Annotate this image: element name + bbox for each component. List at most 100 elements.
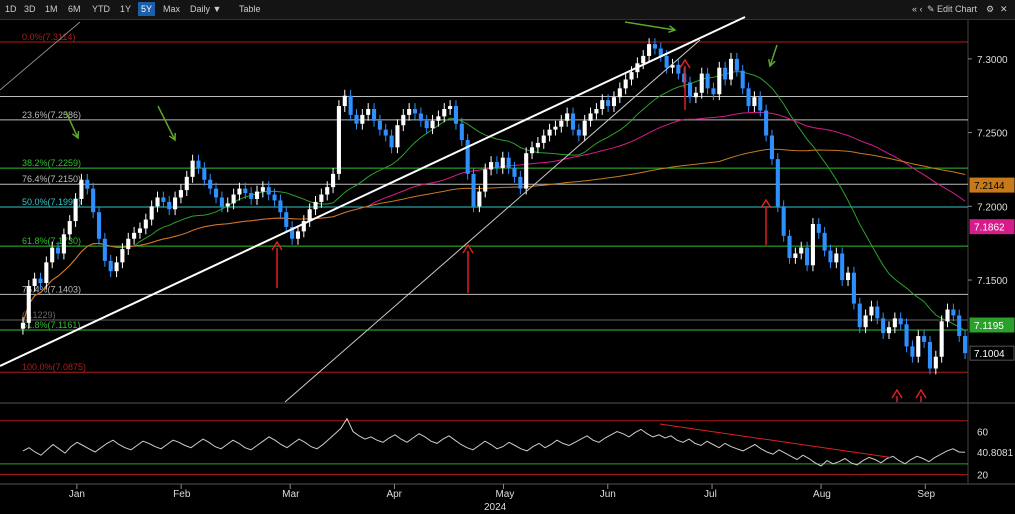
month-label: Jul <box>704 489 717 500</box>
rsi-tick-label: 60 <box>977 428 989 439</box>
candle-body <box>506 157 511 168</box>
candle-body <box>687 82 693 98</box>
candle-body <box>190 160 195 177</box>
candle-body <box>55 247 61 254</box>
candle-body <box>535 142 540 148</box>
candle-body <box>319 194 324 202</box>
fx-candlestick-chart[interactable]: 0.0%(7.3114) 23.6%(7.2586) 38.2%(7.2259) 76… <box>0 0 1015 514</box>
candle-body <box>79 179 84 199</box>
fib-level-label: 76.4%(7.1403) <box>22 284 81 294</box>
candle-body <box>26 285 31 323</box>
candle-body <box>430 120 435 129</box>
candle-body <box>465 139 470 174</box>
candle-body <box>939 321 944 357</box>
candle-body <box>225 203 230 207</box>
fib-level-label: 76.4%(7.2150) <box>22 174 81 184</box>
rsi-panel: 60 40.8081 20 <box>0 417 1014 482</box>
candle-body <box>652 44 657 49</box>
candle-body <box>284 212 289 227</box>
candle-body <box>418 113 423 121</box>
candle-body <box>529 147 535 154</box>
candle-body <box>775 159 780 207</box>
candle-body <box>377 120 382 130</box>
candle-body <box>120 249 125 263</box>
fib-level-label: 0.0%(7.3114) <box>22 32 75 42</box>
fib-level-label: 61.8%(7.1730) <box>22 236 81 246</box>
trendline-main <box>0 16 746 367</box>
candle-body <box>178 190 183 198</box>
axes: 7.3000 7.2500 7.2000 7.1500 7.2144 7.1862 7.11… <box>69 55 1015 513</box>
candle-body <box>746 88 751 107</box>
candle-body <box>723 67 728 80</box>
candle-body <box>494 162 499 168</box>
candle-body <box>857 303 862 328</box>
candle-body <box>453 106 459 124</box>
candle-body <box>576 129 581 136</box>
month-label: Apr <box>386 489 402 500</box>
candle-body <box>623 79 628 89</box>
price-panel: 0.0%(7.3114) 23.6%(7.2586) 38.2%(7.2259) 76… <box>0 16 1015 485</box>
candle-body <box>892 318 897 328</box>
candle-body <box>173 197 178 210</box>
candle-body <box>395 125 400 148</box>
candle-body <box>254 191 260 199</box>
candle-body <box>354 114 359 124</box>
candle-body <box>699 73 704 93</box>
candle-body <box>477 191 482 207</box>
candle-body <box>810 224 815 266</box>
price-label: 7.1862 <box>974 223 1005 234</box>
candle-body <box>155 197 160 207</box>
candle-body <box>61 234 66 254</box>
month-label: Feb <box>173 489 191 500</box>
candle-body <box>442 108 447 117</box>
month-label: May <box>495 489 514 500</box>
candle-body <box>840 253 845 281</box>
candle-body <box>489 162 494 170</box>
candle-body <box>114 262 119 272</box>
candle-body <box>910 346 915 357</box>
candle-body <box>957 315 962 337</box>
candle-body <box>108 260 113 272</box>
candle-body <box>524 153 529 189</box>
candle-body <box>91 188 96 213</box>
candle-body <box>693 92 698 98</box>
rsi-line <box>22 417 966 467</box>
candle-body <box>752 97 757 107</box>
candle-body <box>600 100 605 109</box>
year-label: 2024 <box>484 502 507 513</box>
candle-body <box>828 250 833 263</box>
candle-body <box>149 206 154 220</box>
y-tick-label: 7.1500 <box>977 276 1008 287</box>
candle-body <box>184 176 189 191</box>
candle-body <box>448 106 453 109</box>
candle-body <box>805 247 810 266</box>
candle-body <box>50 247 55 263</box>
price-label: 7.1004 <box>974 349 1005 360</box>
candle-body <box>126 238 131 250</box>
candle-body <box>20 322 25 329</box>
candle-body <box>799 247 804 254</box>
price-label: 7.2144 <box>974 181 1005 192</box>
candle-body <box>816 224 821 233</box>
candle-body <box>348 95 353 115</box>
candle-body <box>295 231 301 239</box>
candle-body <box>611 97 617 107</box>
candle-body <box>705 73 710 89</box>
y-tick-label: 7.2000 <box>977 202 1008 213</box>
candle-body <box>629 72 634 80</box>
candle-body <box>793 253 798 258</box>
moving-average-60 <box>22 111 966 323</box>
candle-body <box>869 306 874 316</box>
candle-body <box>249 193 254 199</box>
candle-body <box>436 116 441 121</box>
candle-body <box>167 201 172 210</box>
candle-body <box>342 95 347 107</box>
candle-body <box>787 235 792 258</box>
candle-body <box>588 113 593 121</box>
candle-body <box>582 120 587 136</box>
candle-body <box>904 324 909 347</box>
candle-body <box>132 232 137 239</box>
rsi-tick-label: 40.8081 <box>977 448 1014 459</box>
candle-body <box>641 55 646 64</box>
candle-body <box>96 212 102 239</box>
